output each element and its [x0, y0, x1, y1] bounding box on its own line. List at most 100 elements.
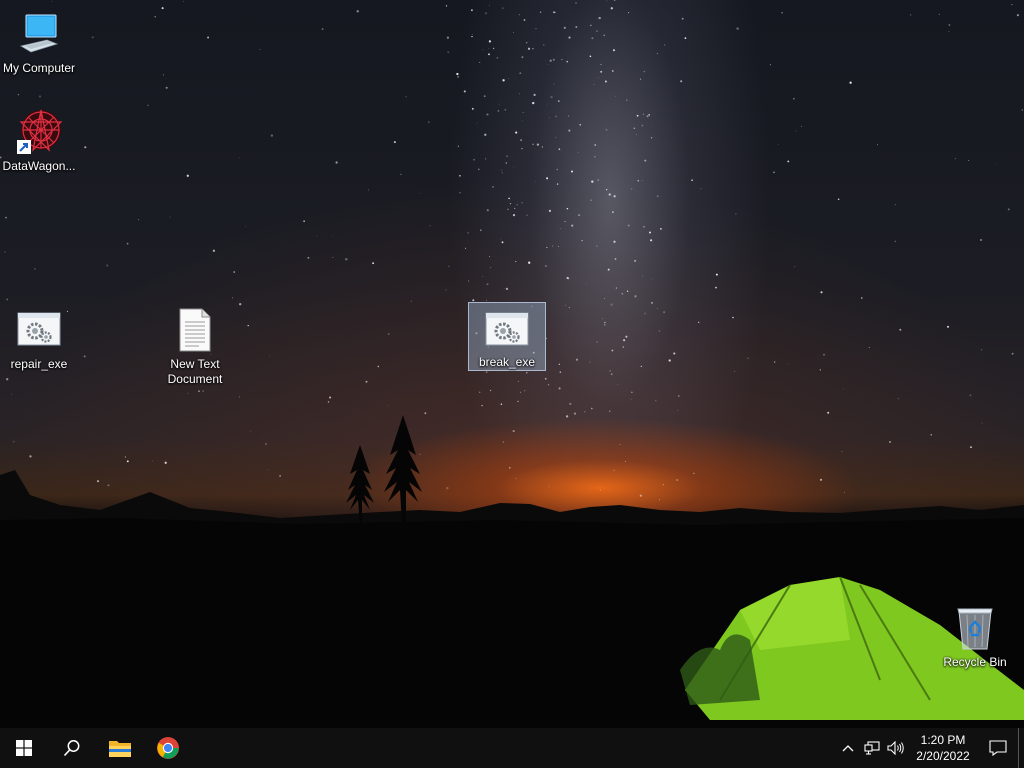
star: [641, 275, 643, 277]
chrome-icon: [157, 737, 179, 759]
action-center-button[interactable]: [978, 728, 1018, 768]
star: [522, 112, 524, 113]
star: [642, 113, 645, 115]
star: [556, 183, 559, 185]
star: [332, 257, 334, 258]
taskbar-chrome[interactable]: [144, 728, 192, 768]
star: [470, 9, 473, 12]
star: [801, 126, 802, 128]
star: [268, 355, 270, 356]
taskbar-file-explorer[interactable]: [96, 728, 144, 768]
star: [559, 228, 561, 230]
star: [571, 170, 573, 173]
desktop-icon-break-exe[interactable]: break_exe: [468, 302, 546, 371]
star: [651, 123, 653, 125]
desktop-icon-my-computer[interactable]: My Computer: [0, 6, 78, 76]
desktop-icon-label: DataWagon...: [2, 159, 76, 173]
star: [746, 357, 749, 360]
star: [83, 355, 86, 358]
clock-date: 2/20/2022: [916, 749, 970, 763]
taskbar-clock[interactable]: 1:20 PM 2/20/2022: [908, 728, 978, 768]
star: [591, 180, 594, 183]
volume-button[interactable]: [884, 728, 908, 768]
computer-icon: [15, 10, 63, 58]
star: [51, 0, 53, 2]
star: [490, 267, 492, 269]
star: [700, 188, 702, 190]
star: [471, 33, 473, 35]
star: [501, 7, 504, 9]
star: [387, 332, 390, 336]
taskbar: 1:20 PM 2/20/2022: [0, 728, 1024, 768]
star: [631, 391, 633, 393]
star: [769, 64, 771, 66]
star: [507, 208, 509, 211]
star: [894, 240, 897, 243]
star: [589, 361, 591, 363]
star: [651, 278, 653, 280]
desktop-icon-recycle-bin[interactable]: Recycle Bin: [936, 600, 1014, 670]
star: [546, 337, 548, 339]
star: [910, 14, 912, 16]
star: [644, 159, 647, 162]
star: [626, 99, 628, 101]
star: [899, 328, 902, 331]
star: [467, 232, 469, 234]
star: [553, 11, 555, 14]
star: [555, 115, 558, 118]
star: [558, 148, 561, 150]
star: [641, 179, 643, 181]
star: [38, 95, 42, 98]
star: [615, 96, 617, 97]
search-button[interactable]: [48, 728, 96, 768]
star: [596, 30, 598, 33]
star: [787, 160, 790, 163]
desktop-icon-datawagon[interactable]: DataWagon...: [0, 104, 78, 174]
star: [6, 298, 9, 301]
star: [345, 258, 348, 261]
star: [548, 63, 549, 65]
star: [488, 256, 491, 258]
star: [948, 24, 951, 26]
network-status-button[interactable]: [860, 728, 884, 768]
star: [611, 70, 614, 72]
star: [598, 77, 600, 78]
star: [633, 127, 636, 130]
star: [512, 214, 516, 217]
star: [497, 109, 500, 112]
star: [523, 19, 526, 21]
star: [577, 152, 579, 153]
star: [486, 113, 489, 116]
show-desktop-button[interactable]: [1018, 728, 1024, 768]
desktop-icon-label: My Computer: [2, 61, 76, 75]
desktop-icon-new-text-document[interactable]: New Text Document: [156, 302, 234, 387]
star: [541, 146, 544, 148]
star: [233, 271, 235, 273]
star: [459, 174, 461, 177]
star: [677, 395, 680, 397]
star: [502, 79, 505, 82]
star: [496, 56, 499, 59]
star: [558, 363, 560, 365]
star: [640, 78, 642, 80]
star: [479, 229, 482, 232]
star: [515, 131, 518, 134]
desktop-icon-label: break_exe: [478, 355, 536, 369]
star: [303, 220, 305, 222]
start-button[interactable]: [0, 728, 48, 768]
star: [521, 56, 524, 59]
star: [651, 302, 653, 304]
star: [307, 256, 310, 259]
star: [498, 103, 500, 105]
star: [186, 174, 189, 177]
star: [521, 202, 523, 204]
star: [594, 156, 596, 158]
star: [539, 11, 542, 13]
star: [787, 363, 789, 365]
star: [482, 276, 483, 278]
show-hidden-icons-button[interactable]: [836, 728, 860, 768]
star: [593, 84, 595, 85]
star: [658, 330, 661, 332]
desktop-icon-repair-exe[interactable]: repair_exe: [0, 302, 78, 372]
star: [126, 242, 129, 245]
